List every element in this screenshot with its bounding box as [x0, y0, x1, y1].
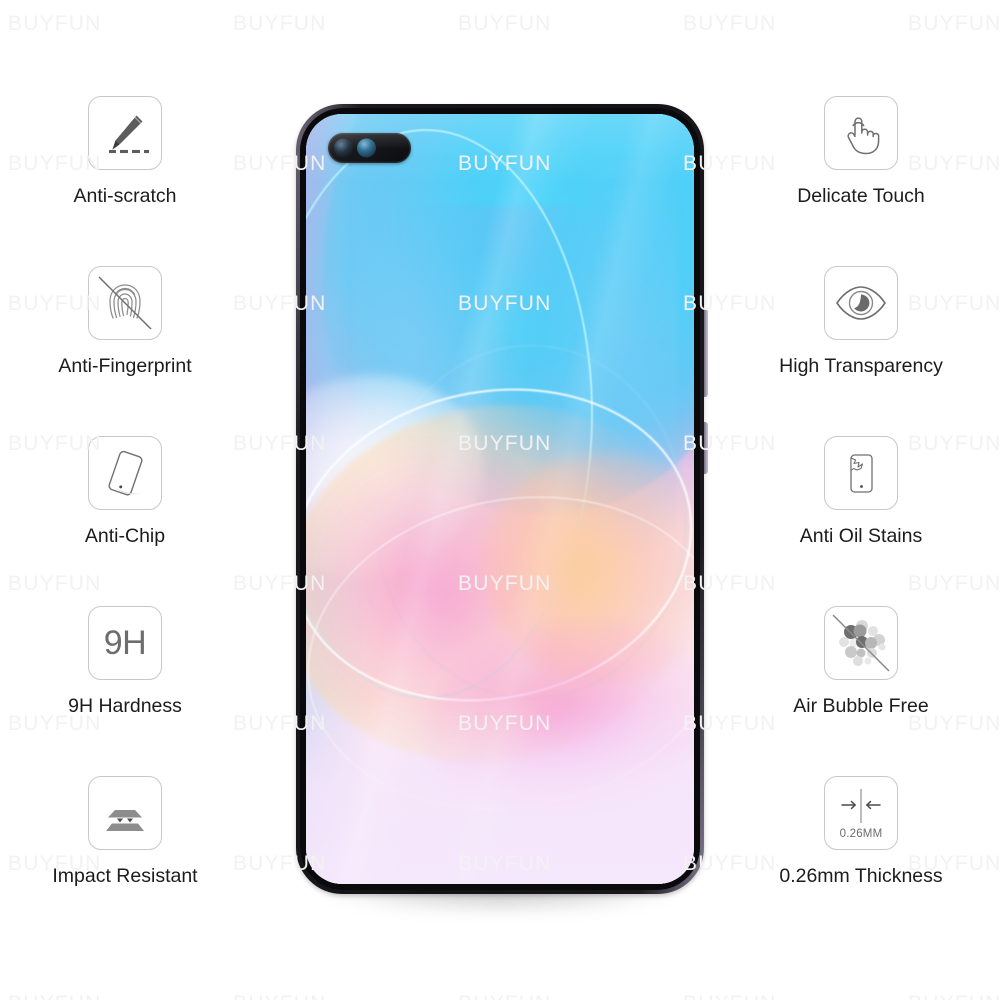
feature-anti-chip: Anti-Chip	[0, 436, 250, 606]
feature-anti-scratch: Anti-scratch	[0, 96, 250, 266]
feature-label: 9H Hardness	[68, 695, 182, 717]
feature-thickness: 0.26MM 0.26mm Thickness	[736, 776, 986, 946]
watermark-text: BUYFUN	[458, 992, 552, 1000]
phone-stain-icon	[824, 436, 898, 510]
9h-text-icon: 9H	[88, 606, 162, 680]
watermark-text: BUYFUN	[8, 992, 102, 1000]
feature-label: Air Bubble Free	[793, 695, 929, 717]
camera-gloss	[328, 133, 411, 149]
tilted-glass-panel-icon	[88, 436, 162, 510]
phone-screen	[306, 114, 694, 884]
feature-high-transparency: High Transparency	[736, 266, 986, 436]
fingerprint-slash-icon	[88, 266, 162, 340]
feature-anti-fingerprint: Anti-Fingerprint	[0, 266, 250, 436]
eye-icon	[824, 266, 898, 340]
tap-hand-icon	[824, 96, 898, 170]
feature-label: Delicate Touch	[797, 185, 925, 207]
feature-air-bubble-free: Air Bubble Free	[736, 606, 986, 776]
phone-frame	[296, 104, 704, 894]
punch-hole-camera	[328, 133, 411, 163]
product-infographic: Anti-scratch Anti-Fingerprint Anti-Chip …	[0, 0, 1000, 1000]
feature-label: Anti-scratch	[73, 185, 177, 207]
feature-column-right: Delicate Touch High Transparency Anti Oi…	[736, 96, 986, 946]
watermark-text: BUYFUN	[908, 12, 1000, 35]
screen-top-highlight	[306, 114, 694, 884]
bubbles-slash-icon	[824, 606, 898, 680]
feature-label: High Transparency	[779, 355, 943, 377]
watermark-text: BUYFUN	[458, 12, 552, 35]
phone-product-image	[296, 104, 708, 914]
feature-label: Anti-Chip	[84, 525, 166, 547]
watermark-text: BUYFUN	[908, 992, 1000, 1000]
9h-icon-text: 9H	[103, 624, 147, 662]
pencil-scratch-icon	[88, 96, 162, 170]
thickness-arrows-icon: 0.26MM	[824, 776, 898, 850]
feature-impact-resistant: Impact Resistant	[0, 776, 250, 946]
feature-label: 0.26mm Thickness	[779, 865, 943, 887]
watermark-text: BUYFUN	[233, 992, 327, 1000]
feature-column-left: Anti-scratch Anti-Fingerprint Anti-Chip …	[0, 96, 250, 946]
watermark-text: BUYFUN	[683, 992, 777, 1000]
watermark-text: BUYFUN	[8, 12, 102, 35]
watermark-text: BUYFUN	[683, 12, 777, 35]
feature-9h-hardness: 9H 9H Hardness	[0, 606, 250, 776]
watermark-text: BUYFUN	[233, 12, 327, 35]
layered-impact-icon	[88, 776, 162, 850]
feature-label: Impact Resistant	[52, 865, 198, 887]
feature-anti-oil-stains: Anti Oil Stains	[736, 436, 986, 606]
thickness-icon-text: 0.26MM	[839, 828, 883, 840]
feature-label: Anti-Fingerprint	[58, 355, 192, 377]
feature-label: Anti Oil Stains	[799, 525, 923, 547]
feature-delicate-touch: Delicate Touch	[736, 96, 986, 266]
